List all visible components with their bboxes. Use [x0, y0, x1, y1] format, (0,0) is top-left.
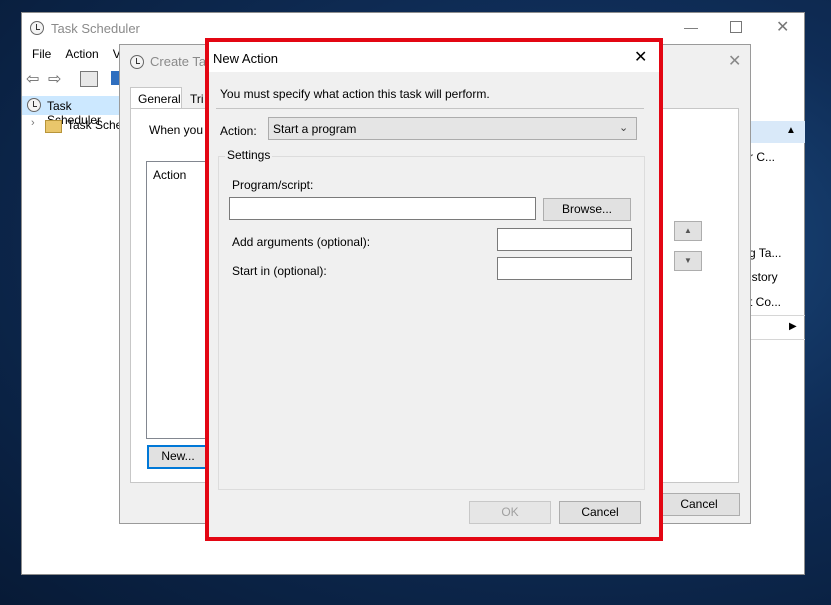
- new-action-button[interactable]: New...: [147, 445, 209, 469]
- actions-list[interactable]: Action: [146, 161, 210, 439]
- action-item[interactable]: t Co...: [749, 295, 781, 309]
- actions-panel-header: [749, 121, 805, 143]
- actions-list-header: Action: [153, 168, 187, 182]
- new-action-close-icon[interactable]: ✕: [634, 47, 647, 67]
- collapse-up-icon[interactable]: ▲: [786, 125, 796, 136]
- close-icon[interactable]: ✕: [776, 17, 789, 37]
- cancel-button-new-action[interactable]: Cancel: [559, 501, 641, 524]
- tab-general[interactable]: General: [130, 87, 182, 109]
- action-item[interactable]: g Ta...: [749, 246, 781, 260]
- folder-icon: [45, 120, 62, 133]
- new-action-titlebar: New Action ✕: [209, 42, 659, 72]
- create-task-close-icon[interactable]: ✕: [728, 51, 741, 71]
- submenu-arrow-icon[interactable]: ▶: [789, 321, 797, 332]
- program-script-input[interactable]: [229, 197, 536, 220]
- new-action-title: New Action: [213, 51, 279, 66]
- add-arguments-input[interactable]: [497, 228, 632, 251]
- menu-action[interactable]: Action: [65, 47, 98, 61]
- clock-icon: [27, 98, 41, 112]
- create-task-icon: [130, 55, 144, 69]
- console-tree-icon[interactable]: [80, 71, 98, 87]
- cancel-button[interactable]: Cancel: [658, 493, 740, 516]
- tab-triggers[interactable]: Tri: [190, 92, 204, 106]
- forward-arrow-icon[interactable]: ⇨: [48, 69, 61, 89]
- instruction-text: You must specify what action this task w…: [220, 87, 490, 101]
- tab-prompt: When you: [149, 123, 204, 137]
- action-select[interactable]: Start a program ⌄: [268, 117, 637, 140]
- menu-file[interactable]: File: [32, 47, 51, 61]
- expand-chevron-icon[interactable]: ›: [31, 117, 35, 129]
- panel-divider: [749, 315, 805, 316]
- action-label: Action:: [220, 124, 257, 138]
- create-task-title: Create Tas: [150, 54, 213, 69]
- move-up-button[interactable]: ▲: [674, 221, 702, 241]
- action-item[interactable]: istory: [749, 270, 778, 284]
- task-scheduler-app-icon: [30, 21, 44, 35]
- start-in-input[interactable]: [497, 257, 632, 280]
- settings-label: Settings: [225, 148, 273, 162]
- header-separator: [216, 108, 644, 109]
- action-item[interactable]: r C...: [749, 150, 775, 164]
- window-title: Task Scheduler: [51, 21, 140, 36]
- back-arrow-icon[interactable]: ⇦: [26, 69, 39, 89]
- minimize-icon[interactable]: —: [684, 19, 698, 35]
- browse-button[interactable]: Browse...: [543, 198, 631, 221]
- move-down-button[interactable]: ▼: [674, 251, 702, 271]
- chevron-down-icon: ⌄: [619, 122, 629, 134]
- add-arguments-label: Add arguments (optional):: [232, 235, 371, 249]
- tree-item-task-scheduler[interactable]: Task Scheduler: [22, 96, 122, 127]
- program-script-label: Program/script:: [232, 178, 314, 192]
- start-in-label: Start in (optional):: [232, 264, 327, 278]
- action-select-value: Start a program: [273, 122, 357, 136]
- maximize-icon[interactable]: [730, 21, 742, 33]
- panel-divider: [749, 339, 805, 340]
- tab-general-label: General: [138, 92, 181, 106]
- new-action-dialog: New Action ✕ You must specify what actio…: [205, 38, 663, 541]
- ok-button[interactable]: OK: [469, 501, 551, 524]
